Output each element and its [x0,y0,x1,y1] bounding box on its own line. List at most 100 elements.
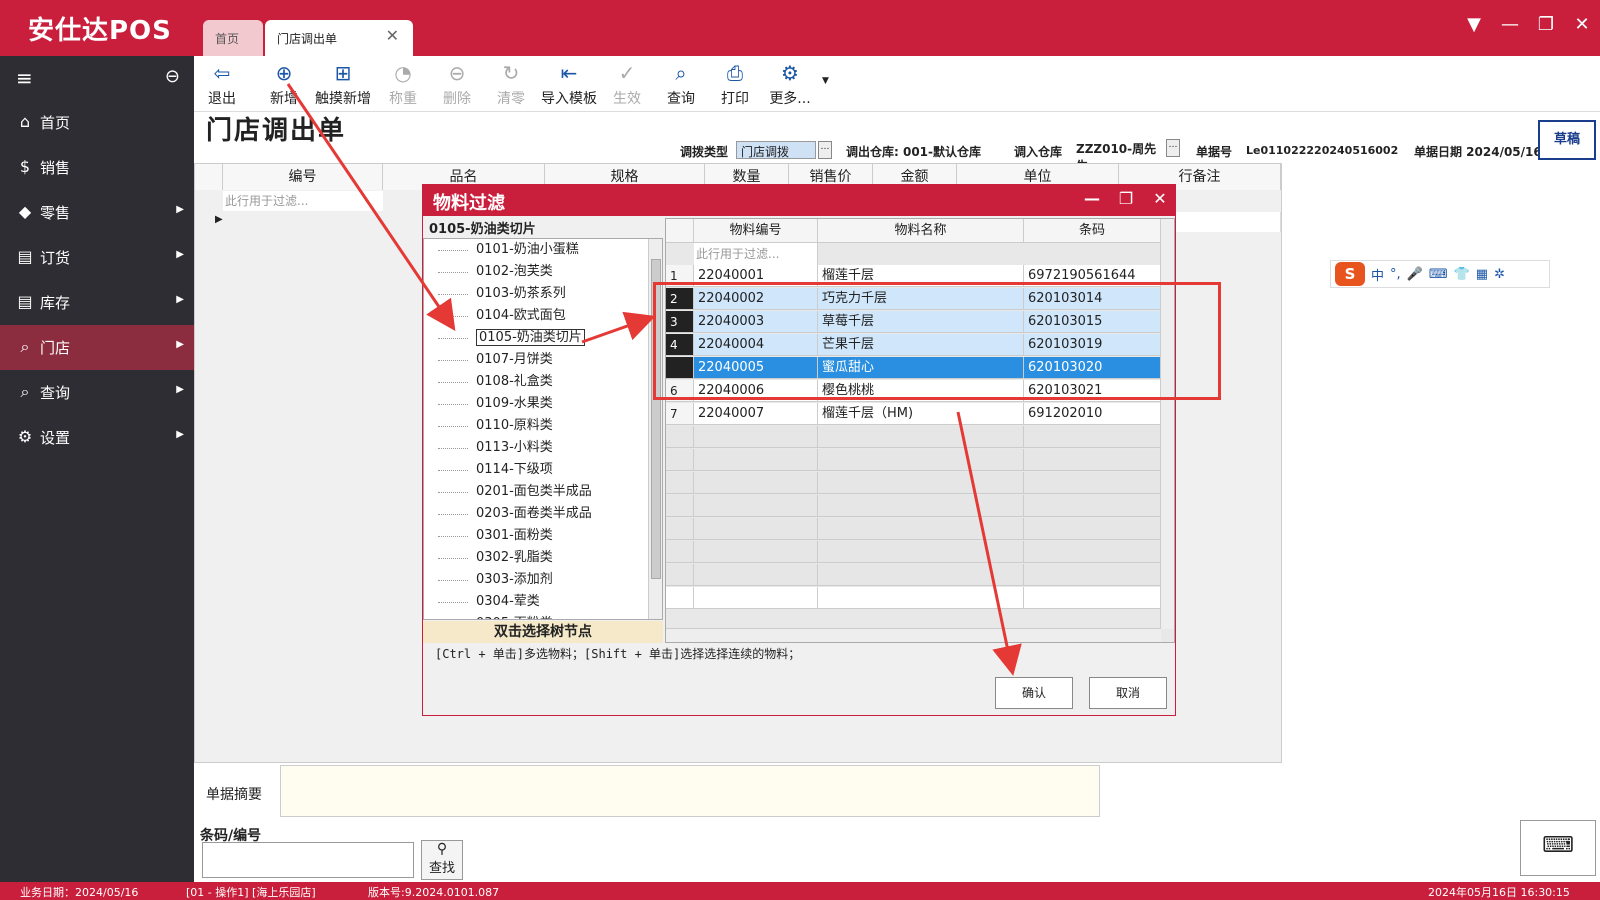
sidebar-item-query[interactable]: ⌕ 查询 ▶ [0,370,194,415]
keyboard-icon[interactable]: ⌨ [1429,267,1448,282]
tree-node[interactable]: 0302-乳脂类 [424,547,662,569]
confirm-button[interactable]: 确认 [995,677,1073,709]
plus-circle-icon: ⊕ [275,61,293,85]
close-window-icon[interactable]: ✕ [1570,14,1594,35]
punctuation-icon[interactable]: °, [1390,267,1401,282]
tree-node[interactable]: 0305-面粉类 [424,613,662,619]
tree-node[interactable]: 0304-荤类 [424,591,662,613]
sidebar-item-retail[interactable]: ◆ 零售 ▶ [0,190,194,235]
sidebar-item-settings[interactable]: ⚙ 设置 ▶ [0,415,194,460]
empty-row [666,426,1161,448]
sidebar-item-inventory[interactable]: ▤ 库存 ▶ [0,280,194,325]
material-filter-dialog: 物料过滤 — ❐ ✕ 0105-奶油类切片 0101-奶油小蛋糕 0102-泡芙类… [422,184,1176,716]
barcode-cell: 620103021 [1024,380,1161,402]
cancel-button[interactable]: 取消 [1089,677,1167,709]
collapse-icon[interactable]: ⊖ [165,66,180,87]
barcode-input[interactable] [202,842,414,878]
tree-node[interactable]: 0203-面卷类半成品 [424,503,662,525]
material-code-cell: 22040006 [694,380,818,402]
tree-node-label: 0114-下级项 [476,462,553,477]
table-row[interactable]: 7 22040007 榴莲千层（HM) 691202010 [666,403,1161,425]
tree-node[interactable]: 0107-月饼类 [424,349,662,371]
keyboard-button[interactable]: ⌨ [1520,820,1596,876]
tab-home[interactable]: 首页 [203,20,263,56]
tree-node[interactable]: 0104-欧式面包 [424,305,662,327]
tree-node-label: 0305-面粉类 [476,616,553,619]
settings-icon[interactable]: ✲ [1494,267,1505,282]
column-header[interactable]: 编号 [223,164,383,190]
scroll-thumb[interactable] [651,259,661,579]
minimize-icon[interactable]: — [1081,189,1103,208]
import-template-button[interactable]: ⇤ 导入模板 [538,58,600,108]
grid-scrollbar[interactable] [1160,219,1174,629]
summary-textarea[interactable] [280,765,1100,817]
binoculars-icon: ⚲ [436,841,448,857]
table-row[interactable]: 3 22040003 草莓千层 620103015 [666,311,1161,333]
sidebar-item-label: 门店 [40,339,71,357]
chevron-down-icon[interactable]: ▼ [822,76,829,86]
sogou-logo-icon[interactable]: S [1335,262,1365,286]
tree-node[interactable]: 0101-奶油小蛋糕 [424,239,662,261]
draft-status-badge[interactable]: 草稿 [1538,120,1596,160]
add-button[interactable]: ⊕ 新增 [266,58,302,108]
datetime: 2024年05月16日 16:30:15 [1428,886,1570,899]
transfer-type-picker[interactable]: … [818,141,832,159]
tree-node[interactable]: 0114-下级项 [424,459,662,481]
tree-node[interactable]: 0109-水果类 [424,393,662,415]
tag-icon: ◆ [18,202,32,221]
grid-filter-row[interactable]: 此行用于过滤... [223,191,383,211]
in-warehouse-field[interactable]: ZZZ010-周先生 [1072,139,1168,173]
tree-node[interactable]: 0113-小料类 [424,437,662,459]
grid-hscrollbar[interactable] [666,628,1161,642]
tree-node[interactable]: 0103-奶茶系列 [424,283,662,305]
table-row[interactable]: 22040005 蜜瓜甜心 620103020 [666,357,1161,379]
menu-icon[interactable]: ≡ [16,66,33,90]
empty-cell [666,426,694,448]
column-header[interactable]: 条码 [1024,219,1161,243]
table-row[interactable]: 1 22040001 榴莲千层 6972190561644 [666,265,1161,287]
touch-add-button[interactable]: ⊞ 触摸新增 [312,58,374,108]
delete-button[interactable]: ⊖ 删除 [440,58,474,108]
grid-filter-row[interactable]: 此行用于过滤... [694,243,818,265]
row-index: 3 [666,311,694,333]
tree-node[interactable]: 0303-添加剂 [424,569,662,591]
table-row[interactable]: 6 22040006 樱色桃桃 620103021 [666,380,1161,402]
column-header[interactable]: 物料名称 [818,219,1024,243]
skin-icon[interactable]: 👕 [1454,267,1470,282]
more-button[interactable]: ⚙ 更多... [762,58,818,108]
sidebar-item-sales[interactable]: $ 销售 [0,145,194,190]
column-header[interactable]: 物料编号 [694,219,818,243]
tree-node[interactable]: 0110-原料类 [424,415,662,437]
close-icon[interactable]: ✕ [1149,189,1171,208]
query-button[interactable]: ⌕ 查询 [664,58,698,108]
sidebar-item-home[interactable]: ⌂ 首页 [0,100,194,145]
sidebar-item-store[interactable]: ⌕ 门店 ▶ [0,325,194,370]
tree-node[interactable]: 0108-礼盒类 [424,371,662,393]
microphone-icon[interactable]: 🎤 [1407,267,1423,282]
toolbox-icon[interactable]: ▦ [1476,267,1488,282]
tree-scrollbar[interactable] [648,239,662,619]
transfer-type-select[interactable]: 门店调拨 [736,141,816,159]
sidebar-item-order[interactable]: ▤ 订货 ▶ [0,235,194,280]
restore-icon[interactable]: ❐ [1534,14,1558,35]
find-button[interactable]: ⚲ 查找 [421,840,463,880]
print-button[interactable]: ⎙ 打印 [718,58,752,108]
material-name-cell: 榴莲千层 [818,265,1024,287]
tab-store-transfer-out[interactable]: 门店调出单 ✕ [265,20,413,56]
ime-mode[interactable]: 中 [1371,265,1384,284]
tree-node[interactable]: 0105-奶油类切片 [424,327,662,349]
activate-button[interactable]: ✓ 生效 [610,58,644,108]
clear-button[interactable]: ↻ 清零 [494,58,528,108]
close-icon[interactable]: ✕ [386,26,399,45]
tree-node[interactable]: 0201-面包类半成品 [424,481,662,503]
table-row[interactable]: 2 22040002 巧克力千层 620103014 [666,288,1161,310]
restore-icon[interactable]: ❐ [1115,189,1137,208]
dropdown-icon[interactable]: ▼ [1462,14,1486,35]
in-warehouse-picker[interactable]: … [1166,139,1180,157]
tree-node[interactable]: 0102-泡芙类 [424,261,662,283]
table-row[interactable]: 4 22040004 芒果千层 620103019 [666,334,1161,356]
exit-button[interactable]: ⇦ 退出 [204,58,240,108]
tree-node[interactable]: 0301-面粉类 [424,525,662,547]
weigh-button[interactable]: ◔ 称重 [386,58,420,108]
minimize-icon[interactable]: — [1498,14,1522,35]
